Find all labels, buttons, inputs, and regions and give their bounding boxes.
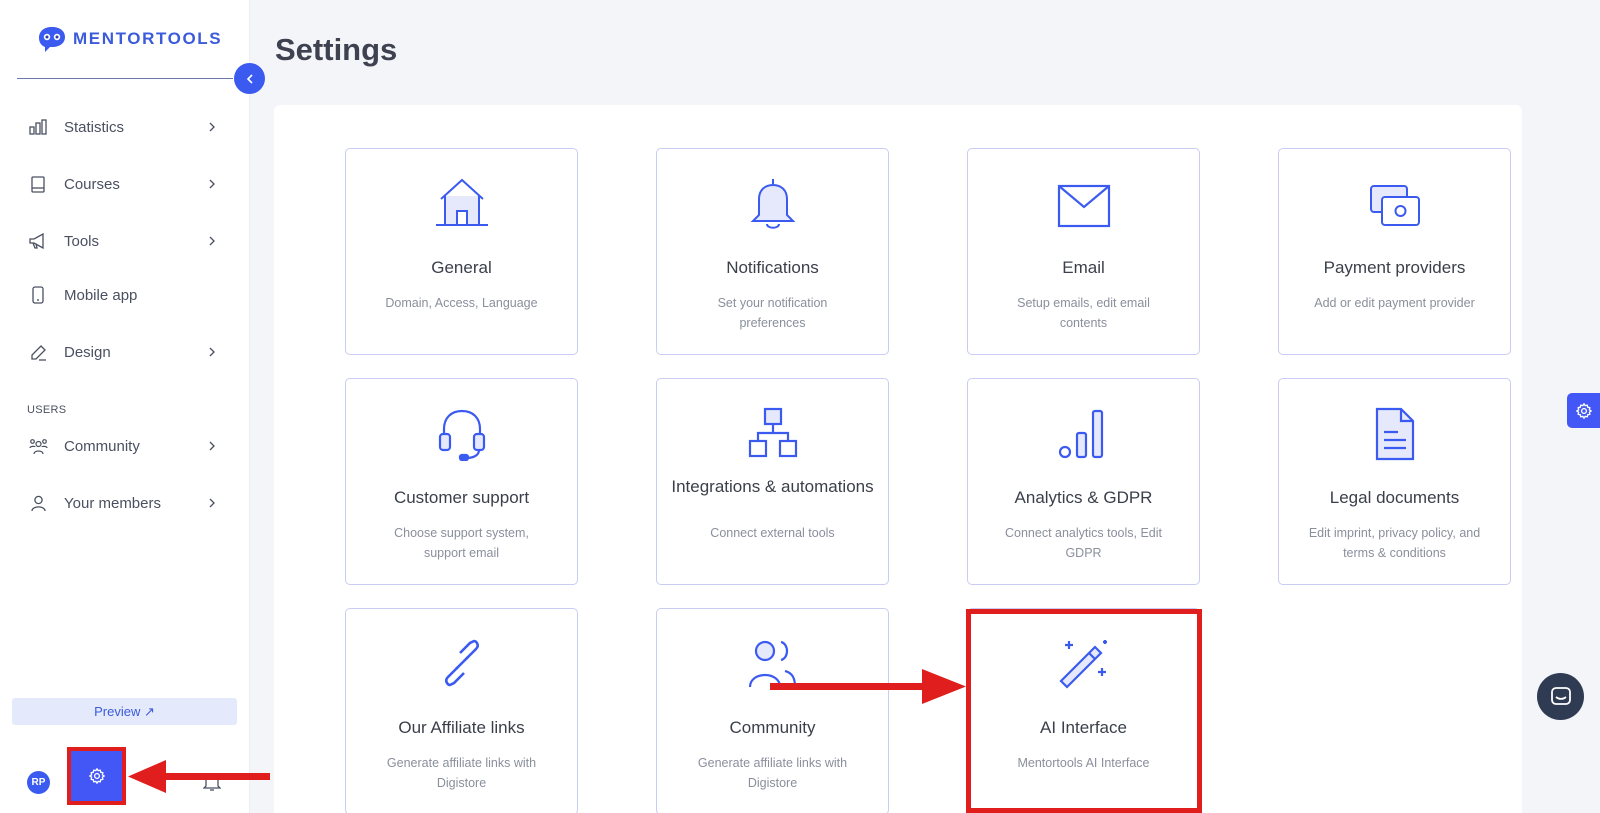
card-description: Generate affiliate links with Digistore bbox=[386, 756, 537, 790]
hierarchy-icon bbox=[657, 407, 888, 463]
megaphone-icon bbox=[28, 231, 48, 251]
sidebar-item-design[interactable]: Design bbox=[28, 337, 218, 367]
settings-button-inner bbox=[71, 751, 122, 801]
chevron-right-icon bbox=[209, 441, 215, 451]
card-description: Generate affiliate links with Digistore bbox=[697, 756, 848, 790]
chevron-right-icon bbox=[209, 498, 215, 508]
card-title: Email bbox=[1062, 258, 1105, 277]
magic-wand-icon bbox=[968, 637, 1199, 693]
sidebar-item-label: Statistics bbox=[64, 118, 125, 136]
sidebar-item-your-members[interactable]: Your members bbox=[28, 488, 218, 518]
card-description: Connect external tools bbox=[710, 526, 835, 540]
brand-name: MENTORTOOLS bbox=[73, 29, 223, 48]
card-notifications[interactable]: Notifications Set your notification pref… bbox=[656, 148, 889, 355]
logo-robot-icon bbox=[39, 27, 65, 52]
sidebar-item-label: Design bbox=[64, 343, 111, 361]
page-title: Settings bbox=[275, 32, 398, 67]
brand-logo[interactable]: MENTORTOOLS bbox=[37, 25, 222, 53]
sidebar-item-label: Mobile app bbox=[64, 286, 138, 304]
home-icon bbox=[346, 177, 577, 233]
card-description: Choose support system, support email bbox=[394, 526, 529, 560]
card-description: Set your notification preferences bbox=[717, 296, 828, 330]
card-title: Notifications bbox=[726, 258, 819, 277]
card-description: Mentortools AI Interface bbox=[1017, 756, 1150, 770]
card-description: Add or edit payment provider bbox=[1314, 296, 1475, 310]
chevron-left-icon bbox=[246, 73, 253, 84]
card-title: Customer support bbox=[393, 488, 530, 507]
card-title: Community bbox=[729, 718, 816, 737]
chat-icon bbox=[1550, 686, 1571, 705]
card-title: Our Affiliate links bbox=[398, 718, 525, 737]
sidebar-item-courses[interactable]: Courses bbox=[28, 169, 218, 199]
floating-settings-button[interactable] bbox=[1567, 393, 1600, 428]
headset-icon bbox=[346, 407, 577, 463]
card-integrations-automations[interactable]: Integrations & automations Connect exter… bbox=[656, 378, 889, 585]
card-description: Domain, Access, Language bbox=[385, 296, 538, 310]
sidebar-item-label: Your members bbox=[64, 494, 161, 512]
card-ai-interface[interactable]: AI Interface Mentortools AI Interface bbox=[967, 608, 1200, 813]
card-title: Payment providers bbox=[1323, 258, 1466, 277]
card-description: Edit imprint, privacy policy, and terms … bbox=[1308, 526, 1481, 560]
card-general[interactable]: General Domain, Access, Language bbox=[345, 148, 578, 355]
card-title: General bbox=[431, 258, 492, 277]
card-email[interactable]: Email Setup emails, edit email contents bbox=[967, 148, 1200, 355]
annotation-arrow-right bbox=[770, 669, 966, 704]
sidebar: MENTORTOOLS Statistics Courses Tools Mob… bbox=[0, 0, 250, 813]
card-payment-providers[interactable]: Payment providers Add or edit payment pr… bbox=[1278, 148, 1511, 355]
annotation-arrow-left bbox=[128, 760, 270, 793]
card-title: Analytics & GDPR bbox=[1014, 488, 1153, 507]
user-icon bbox=[28, 493, 48, 513]
sidebar-item-mobile-app[interactable]: Mobile app bbox=[28, 280, 218, 310]
analytics-icon bbox=[968, 407, 1199, 463]
preview-button[interactable]: Preview ↗ bbox=[12, 698, 237, 725]
card-customer-support[interactable]: Customer support Choose support system, … bbox=[345, 378, 578, 585]
chevron-right-icon bbox=[209, 179, 215, 189]
settings-button[interactable] bbox=[67, 747, 126, 805]
sidebar-item-label: Tools bbox=[64, 232, 100, 250]
sidebar-item-label: Courses bbox=[64, 175, 120, 193]
book-icon bbox=[28, 174, 48, 194]
collapse-sidebar-button[interactable] bbox=[234, 63, 265, 94]
card-affiliate-links[interactable]: Our Affiliate links Generate affiliate l… bbox=[345, 608, 578, 813]
chevron-right-icon bbox=[209, 122, 215, 132]
link-icon bbox=[346, 637, 577, 693]
card-title: Legal documents bbox=[1329, 488, 1460, 507]
document-icon bbox=[1279, 407, 1510, 463]
sidebar-item-label: Community bbox=[64, 437, 140, 455]
people-icon bbox=[28, 436, 48, 456]
sidebar-item-community[interactable]: Community bbox=[28, 431, 218, 461]
card-community[interactable]: Community Generate affiliate links with … bbox=[656, 608, 889, 813]
envelope-icon bbox=[968, 177, 1199, 233]
sidebar-item-statistics[interactable]: Statistics bbox=[28, 112, 218, 142]
bell-icon bbox=[657, 177, 888, 233]
gear-icon bbox=[1575, 402, 1592, 419]
card-title: Integrations & automations bbox=[671, 477, 874, 496]
pencil-icon bbox=[28, 342, 48, 362]
bar-chart-icon bbox=[28, 117, 48, 137]
gear-icon bbox=[88, 767, 105, 785]
section-label-users: USERS bbox=[27, 404, 67, 416]
chevron-right-icon bbox=[209, 347, 215, 357]
card-title: AI Interface bbox=[1040, 718, 1127, 737]
card-legal-documents[interactable]: Legal documents Edit imprint, privacy po… bbox=[1278, 378, 1511, 585]
cash-icon bbox=[1279, 177, 1510, 233]
phone-icon bbox=[28, 285, 48, 305]
sidebar-item-tools[interactable]: Tools bbox=[28, 226, 218, 256]
chevron-right-icon bbox=[209, 236, 215, 246]
card-description: Setup emails, edit email contents bbox=[1017, 296, 1150, 330]
card-description: Connect analytics tools, Edit GDPR bbox=[1004, 526, 1163, 560]
divider bbox=[17, 78, 233, 79]
preview-label: Preview ↗ bbox=[94, 703, 155, 719]
card-analytics-gdpr[interactable]: Analytics & GDPR Connect analytics tools… bbox=[967, 378, 1200, 585]
chat-launcher-button[interactable] bbox=[1537, 673, 1584, 720]
avatar[interactable]: RP bbox=[27, 771, 50, 794]
